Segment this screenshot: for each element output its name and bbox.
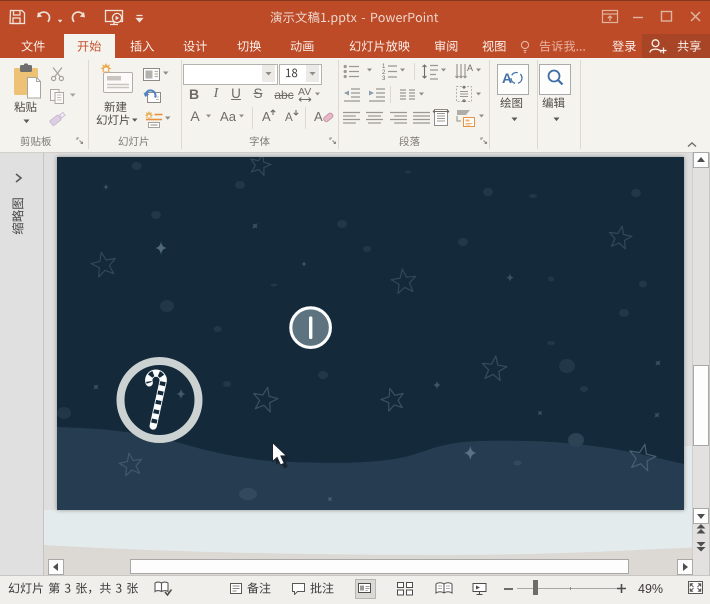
- svg-text:A: A: [314, 109, 323, 124]
- svg-text:A: A: [467, 63, 473, 73]
- svg-text:A: A: [285, 112, 293, 124]
- svg-text:A: A: [262, 109, 271, 124]
- svg-text:AV: AV: [298, 86, 311, 98]
- svg-text:3: 3: [382, 76, 386, 80]
